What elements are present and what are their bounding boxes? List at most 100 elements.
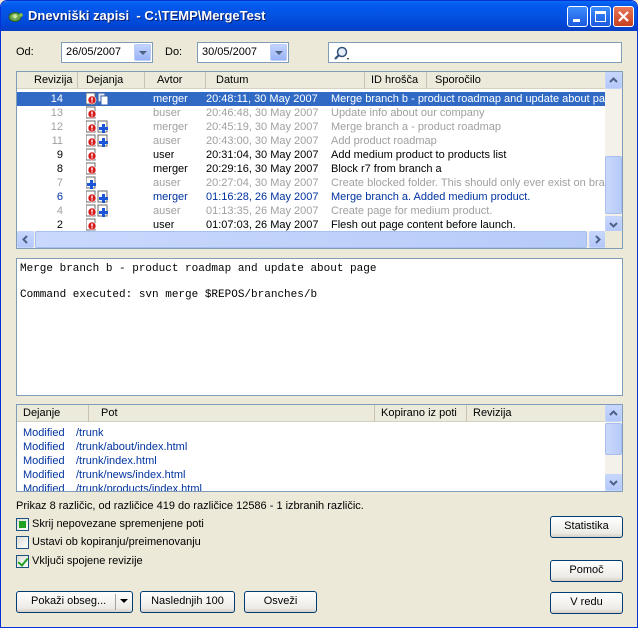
scroll-right-button[interactable]: [589, 231, 606, 248]
modified-icon: [85, 92, 97, 105]
revision-hscroll-thumb[interactable]: [35, 231, 587, 248]
stop-on-copy-label[interactable]: Ustavi ob kopiranju/preimenovanju: [32, 536, 201, 548]
col-revision[interactable]: Revizija: [17, 72, 78, 89]
show-range-button[interactable]: Pokaži obseg...: [16, 591, 133, 613]
title-bar[interactable]: Dnevniški zapisi - C:\TEMP\MergeTest: [1, 1, 637, 31]
actions-cell: [85, 134, 116, 148]
action-icons: [85, 162, 97, 175]
revision-hscroll[interactable]: [17, 231, 606, 248]
from-date-picker[interactable]: 26/05/2007: [61, 42, 153, 63]
revision-row[interactable]: 2 user 01:07:03, 26 May 2007 Flesh out page…: [17, 218, 606, 232]
include-merged-label[interactable]: Vključi spojene revizije: [32, 555, 143, 567]
chevron-down-icon: [609, 480, 618, 486]
paths-scroll-down-button[interactable]: [605, 474, 622, 491]
revision-row[interactable]: 12 merger 20:45:19, 30 May 2007 Merge branc…: [17, 120, 606, 134]
added-icon: [97, 204, 108, 217]
col-author[interactable]: Avtor: [145, 72, 206, 89]
author-cell: merger: [153, 163, 188, 175]
message-cell: Add medium product to products list: [331, 149, 507, 161]
col-path-action[interactable]: Dejanje: [17, 405, 89, 422]
stop-on-copy-box[interactable]: [16, 536, 29, 549]
path-action-cell: Modified: [23, 441, 65, 453]
author-cell: auser: [153, 177, 181, 189]
paths-vscroll[interactable]: [605, 405, 622, 491]
action-icons: [85, 190, 108, 203]
col-message[interactable]: Sporočilo: [427, 72, 607, 89]
statistics-button[interactable]: Statistika: [550, 516, 623, 538]
to-date-dropdown[interactable]: [270, 44, 287, 61]
col-date[interactable]: Datum: [206, 72, 365, 89]
maximize-button[interactable]: [590, 6, 611, 27]
actions-cell: [85, 162, 116, 176]
revision-row[interactable]: 6 merger 01:16:28, 26 May 2007 Merge branch…: [17, 190, 606, 204]
action-icons: [85, 92, 109, 106]
include-merged-box[interactable]: [16, 555, 29, 568]
path-row[interactable]: Modified/trunk/index.html: [17, 454, 606, 468]
col-actions[interactable]: Dejanja: [78, 72, 145, 89]
ok-button[interactable]: V redu: [550, 592, 623, 614]
revision-list-header: Revizija Dejanja Avtor Datum ID hrošča S…: [17, 72, 622, 89]
close-icon: [618, 11, 629, 22]
modified-icon: [85, 218, 97, 231]
action-icons: [85, 176, 96, 189]
search-input[interactable]: [328, 42, 622, 63]
message-cell: Create page for medium product.: [331, 205, 493, 217]
path-row[interactable]: Modified/trunk/news/index.html: [17, 468, 606, 482]
revision-number: 6: [56, 191, 63, 203]
revision-vscroll-thumb[interactable]: [605, 156, 622, 214]
refresh-button[interactable]: Osveži: [244, 591, 317, 613]
changed-paths-list[interactable]: Dejanje Pot Kopirano iz poti Revizija Mo…: [16, 404, 623, 492]
revision-row[interactable]: 13 buser 20:46:48, 30 May 2007 Update info …: [17, 106, 606, 120]
minimize-button[interactable]: [567, 6, 588, 27]
col-path[interactable]: Pot: [89, 405, 375, 422]
hide-unrelated-box[interactable]: [16, 518, 29, 531]
scroll-left-button[interactable]: [17, 231, 34, 248]
revision-number: 13: [50, 107, 63, 119]
actions-cell: [85, 218, 116, 232]
revision-row[interactable]: 8 merger 20:29:16, 30 May 2007 Block r7 fro…: [17, 162, 606, 176]
revision-row[interactable]: 4 auser 01:13:35, 26 May 2007 Create page f…: [17, 204, 606, 218]
help-button[interactable]: Pomoč: [550, 560, 623, 582]
actions-cell: [85, 120, 116, 134]
dropdown-arrow-icon[interactable]: [120, 599, 128, 605]
path-cell: /trunk/about/index.html: [76, 441, 188, 453]
paths-vscroll-thumb[interactable]: [605, 423, 622, 455]
path-action-cell: Modified: [23, 469, 65, 481]
log-dialog: Dnevniški zapisi - C:\TEMP\MergeTest Od:…: [0, 0, 638, 628]
date-cell: 01:07:03, 26 May 2007: [206, 219, 319, 231]
author-cell: merger: [153, 121, 188, 133]
revision-row[interactable]: 7 auser 20:27:04, 30 May 2007 Create blocke…: [17, 176, 606, 190]
search-icon[interactable]: [332, 45, 352, 62]
message-cell: Update info about our company: [331, 107, 485, 119]
next-100-button[interactable]: Naslednjih 100: [140, 591, 235, 613]
revision-vscroll[interactable]: [605, 72, 622, 233]
log-message-box[interactable]: Merge branch b - product roadmap and upd…: [16, 258, 623, 396]
revision-row[interactable]: 9 user 20:31:04, 30 May 2007 Add medium pro…: [17, 148, 606, 162]
modified-icon: [85, 190, 97, 203]
close-button[interactable]: [613, 6, 634, 27]
revision-row[interactable]: 11 auser 20:43:00, 30 May 2007 Add product …: [17, 134, 606, 148]
paths-scroll-up-button[interactable]: [605, 405, 622, 422]
path-row[interactable]: Modified/trunk: [17, 426, 606, 440]
scroll-up-button[interactable]: [605, 72, 622, 89]
date-cell: 20:31:04, 30 May 2007: [206, 149, 319, 161]
path-row[interactable]: Modified/trunk/products/index.html: [17, 482, 606, 491]
from-date-dropdown[interactable]: [134, 44, 151, 61]
path-action-cell: Modified: [23, 427, 65, 439]
status-text: Prikaz 8 različic, od različice 419 do r…: [16, 500, 364, 512]
message-cell: Block r7 from branch a: [331, 163, 442, 175]
minimize-icon: [573, 19, 580, 22]
path-row[interactable]: Modified/trunk/about/index.html: [17, 440, 606, 454]
revision-row[interactable]: 14 merger 20:48:11, 30 May 2007 Merge branc…: [17, 92, 606, 106]
revision-list[interactable]: Revizija Dejanja Avtor Datum ID hrošča S…: [16, 71, 623, 249]
col-copied-from[interactable]: Kopirano iz poti: [375, 405, 467, 422]
message-cell: Flesh out page content before launch.: [331, 219, 516, 231]
hide-unrelated-label[interactable]: Skrij nepovezane spremenjene poti: [32, 518, 204, 530]
col-bug-id[interactable]: ID hrošča: [365, 72, 427, 89]
author-cell: auser: [153, 205, 181, 217]
path-cell: /trunk/news/index.html: [76, 469, 186, 481]
to-date-picker[interactable]: 30/05/2007: [197, 42, 289, 63]
col-path-revision[interactable]: Revizija: [467, 405, 607, 422]
actions-cell: [85, 176, 116, 190]
modified-icon: [85, 134, 97, 147]
